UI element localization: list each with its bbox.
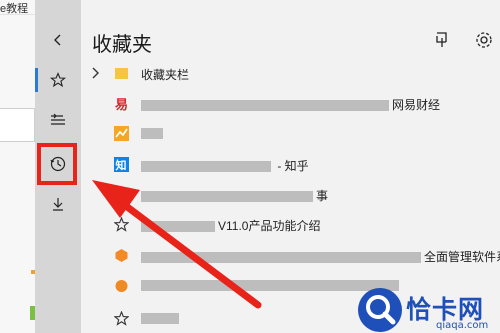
list-item[interactable]: 知 - 知乎 xyxy=(81,151,500,179)
watermark-domain: qiaqa.com xyxy=(436,320,489,331)
zhihu-icon: 知 xyxy=(114,157,129,172)
svg-text:易: 易 xyxy=(115,98,128,111)
hub-nav-rail xyxy=(35,0,81,333)
svg-text:知: 知 xyxy=(115,158,127,172)
redacted-text xyxy=(141,313,179,325)
watermark-logo: 恰卡网 qiaqa.com xyxy=(358,286,500,333)
folder-icon xyxy=(115,68,128,79)
search-icon xyxy=(366,295,396,325)
reading-list-icon xyxy=(51,113,65,125)
star-icon xyxy=(114,311,129,326)
chevron-left-icon xyxy=(54,34,61,46)
list-item-label: - 知乎 xyxy=(274,159,309,173)
netease-icon: 易 xyxy=(115,98,128,111)
page-divider xyxy=(0,14,35,15)
list-item-label-wrap xyxy=(141,126,166,140)
redacted-text xyxy=(141,128,163,140)
list-item[interactable]: 全面管理软件系 xyxy=(81,242,500,270)
page-background: e教程 xyxy=(0,0,36,333)
list-item[interactable]: V11.0产品功能介绍 xyxy=(81,211,500,239)
list-item-label: 收藏夹栏 xyxy=(141,68,190,82)
list-item-label-wrap: 网易财经 xyxy=(141,96,440,113)
stock-icon xyxy=(114,126,129,141)
star-icon xyxy=(114,217,129,232)
list-item-label-wrap: 事 xyxy=(141,187,328,204)
orange-logo-icon xyxy=(115,280,128,292)
list-item-label-wrap: V11.0产品功能介绍 xyxy=(141,217,320,234)
hexagon-icon xyxy=(115,249,128,262)
list-item-label: 事 xyxy=(316,189,329,203)
list-item-label-wrap: 全面管理软件系 xyxy=(141,248,500,265)
download-icon xyxy=(53,198,63,211)
list-item-label: V11.0产品功能介绍 xyxy=(218,219,321,233)
downloads-tab[interactable] xyxy=(35,186,81,222)
list-item-label: 全面管理软件系 xyxy=(424,250,500,264)
list-item[interactable] xyxy=(81,120,500,148)
list-item-label: 网易财经 xyxy=(392,98,441,112)
hub-title: 收藏夹 xyxy=(92,34,152,56)
favorites-bar-folder[interactable]: 收藏夹栏 xyxy=(81,60,500,88)
list-item-label-wrap: - 知乎 xyxy=(141,157,309,174)
redacted-text xyxy=(141,191,313,203)
chevron-right-icon[interactable] xyxy=(91,67,101,79)
highlight-box xyxy=(37,143,77,185)
redacted-text xyxy=(141,252,421,264)
redacted-text xyxy=(141,161,271,173)
reading-list-tab[interactable] xyxy=(35,102,81,138)
settings-gear-icon[interactable] xyxy=(473,29,495,51)
star-icon xyxy=(50,72,66,88)
page-input-box xyxy=(0,108,35,142)
list-item-label-wrap xyxy=(141,311,182,325)
favicon-icon xyxy=(116,189,127,200)
list-item[interactable]: 事 xyxy=(81,181,500,209)
watermark-emblem xyxy=(358,288,402,332)
collapse-button[interactable] xyxy=(35,22,81,58)
favorites-hub-panel: 收藏夹 收藏夹栏 易 网易财经 知 - 知乎 事 V11.0产品功能介绍 全面管… xyxy=(81,0,500,333)
pin-hub-icon[interactable] xyxy=(433,30,453,50)
favorites-tab[interactable] xyxy=(35,62,81,98)
list-item[interactable]: 易 网易财经 xyxy=(81,90,500,118)
redacted-text xyxy=(141,221,215,233)
redacted-text xyxy=(141,100,389,112)
